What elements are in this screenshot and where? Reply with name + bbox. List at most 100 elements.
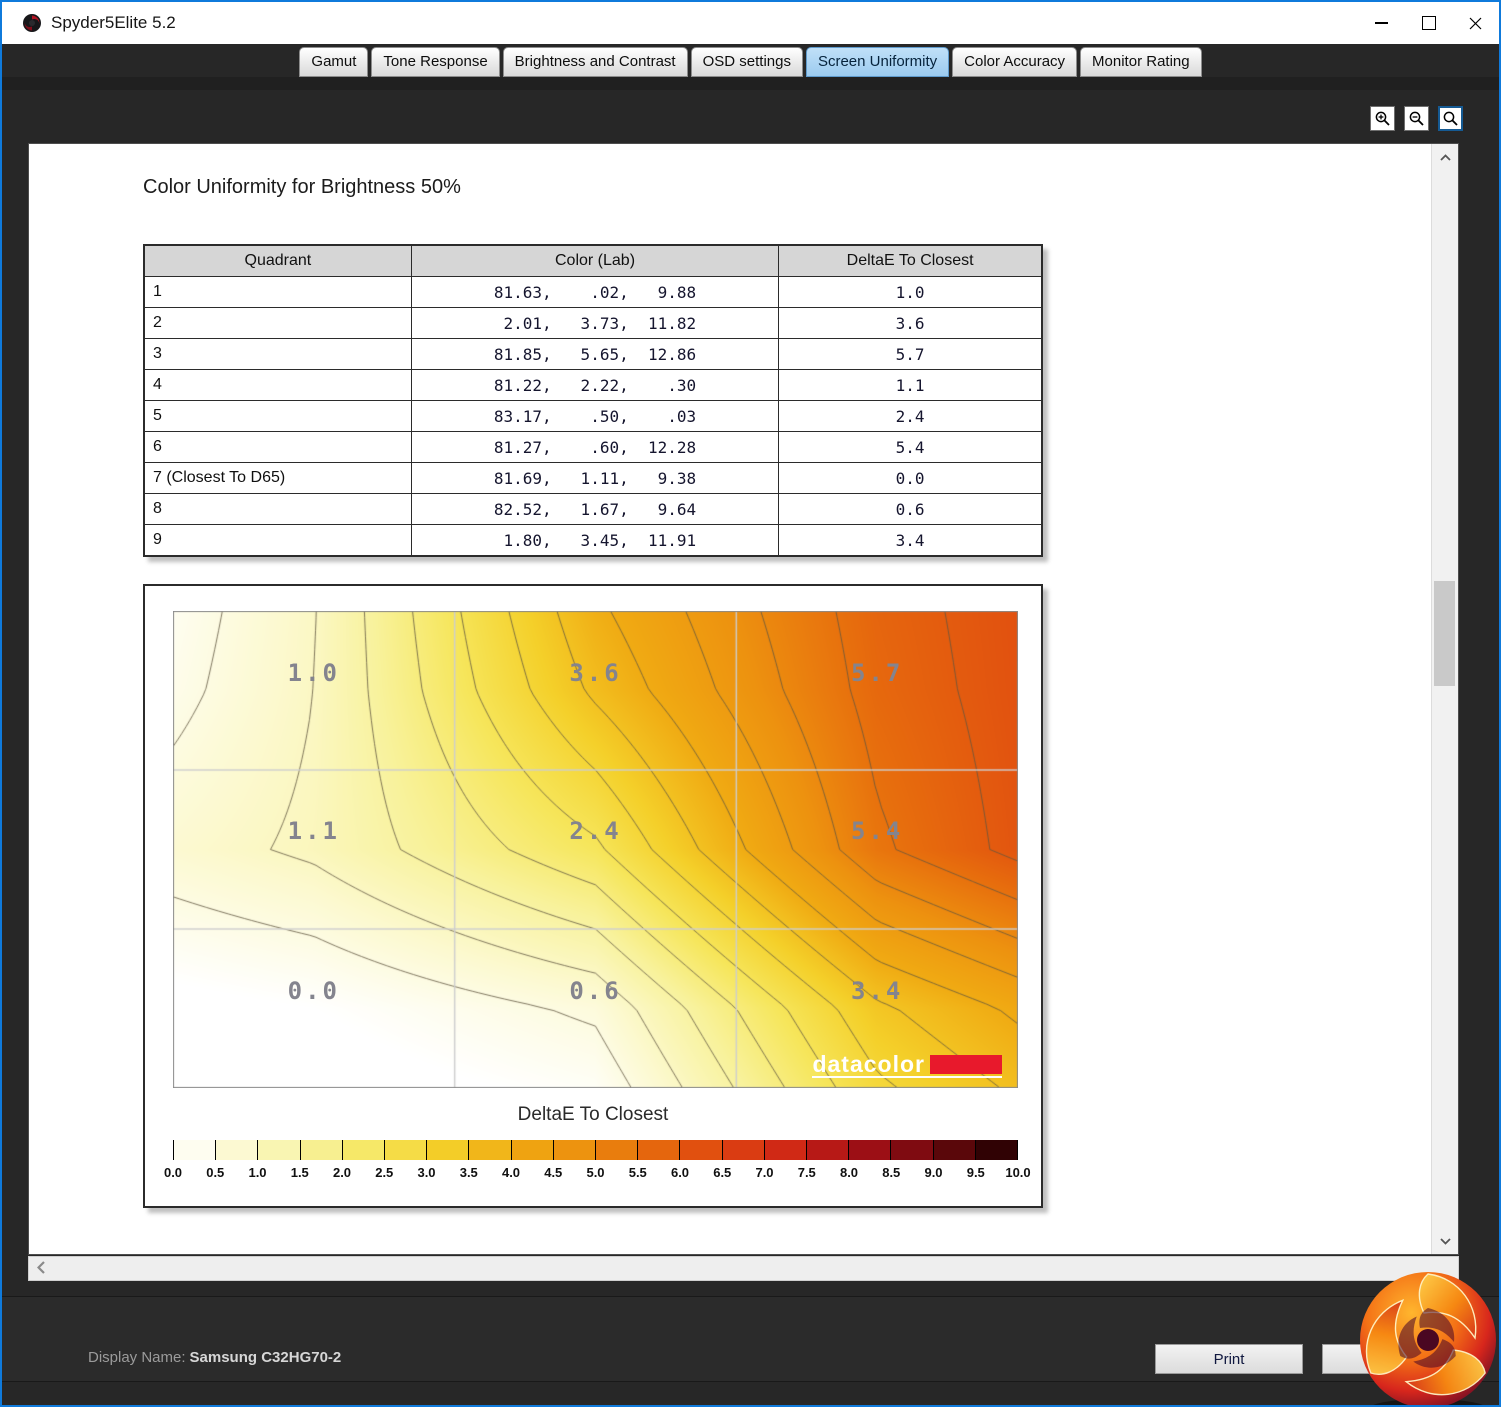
- table-cell: 81.27, .60, 12.28: [410, 431, 780, 463]
- table-cell: 6: [143, 431, 412, 463]
- vertical-scrollbar[interactable]: [1431, 144, 1458, 1254]
- chevron-down-icon: [1439, 1237, 1451, 1245]
- colorbar-tick-label: 6.0: [670, 1165, 690, 1180]
- column-header-color-lab: Color (Lab): [410, 244, 780, 277]
- scroll-up-button[interactable]: [1432, 146, 1458, 168]
- tab-tone-response[interactable]: Tone Response: [371, 47, 500, 77]
- minimize-button[interactable]: [1358, 2, 1405, 44]
- table-cell: 5.7: [778, 338, 1043, 370]
- table-cell: 81.69, 1.11, 9.38: [410, 462, 780, 494]
- table-row: 7 (Closest To D65) 81.69, 1.11, 9.38 0.0: [143, 462, 1043, 494]
- table-cell: 1.80, 3.45, 11.91: [410, 524, 780, 557]
- tab-osd-settings[interactable]: OSD settings: [690, 47, 803, 77]
- uniformity-table-body: 1 81.63, .02, 9.88 1.0 2 2.01, 3.73, 11.82 3…: [143, 276, 1043, 557]
- contour-value-label: 2.4: [569, 817, 622, 845]
- display-name: Display Name: Samsung C32HG70-2: [88, 1349, 341, 1366]
- table-row: 4 81.22, 2.22, .30 1.1: [143, 369, 1043, 401]
- horizontal-scrollbar[interactable]: [28, 1256, 1459, 1281]
- display-name-label: Display Name:: [88, 1349, 186, 1366]
- chevron-left-icon: [36, 1261, 45, 1274]
- colorbar-segment: [932, 1140, 975, 1160]
- tab-monitor-rating[interactable]: Monitor Rating: [1080, 47, 1202, 77]
- colorbar-segment: [637, 1140, 680, 1160]
- window-title: Spyder5Elite 5.2: [51, 13, 176, 32]
- minimize-icon: [1375, 22, 1388, 24]
- app-content: Gamut Tone Response Brightness and Contras…: [2, 44, 1499, 1405]
- colorbar-tick-label: 8.0: [839, 1165, 859, 1180]
- colorbar-segment: [552, 1140, 596, 1160]
- chevron-up-icon: [1439, 153, 1451, 161]
- colorbar-segment: [806, 1140, 849, 1160]
- scroll-left-button[interactable]: [36, 1261, 45, 1279]
- table-row: 1 81.63, .02, 9.88 1.0: [143, 276, 1043, 308]
- colorbar-segment: [974, 1140, 1019, 1160]
- colorbar-segment: [173, 1140, 216, 1160]
- table-cell: 5: [143, 400, 412, 432]
- vertical-scrollbar-thumb[interactable]: [1434, 581, 1455, 686]
- contour-value-label: 0.6: [569, 977, 622, 1005]
- colorbar-tick-label: 9.0: [924, 1165, 943, 1180]
- tab-gamut[interactable]: Gamut: [299, 47, 369, 77]
- zoom-out-button[interactable]: [1404, 106, 1429, 131]
- colorbar-tick-label: 3.0: [417, 1165, 436, 1180]
- colorbar-tick-label: 0.5: [206, 1165, 225, 1180]
- contour-value-label: 1.0: [287, 659, 341, 687]
- colorbar-tick-label: 1.5: [290, 1165, 309, 1180]
- spyder-app-icon: [23, 14, 41, 32]
- tab-color-accuracy[interactable]: Color Accuracy: [952, 47, 1078, 77]
- colorbar-tick-label: 2.5: [375, 1165, 394, 1180]
- colorbar-tick-label: 4.0: [501, 1165, 521, 1180]
- datacolor-watermark: datacolor: [812, 1053, 1002, 1078]
- tab-screen-uniformity[interactable]: Screen Uniformity: [805, 47, 950, 77]
- tab-underband: [2, 77, 1499, 90]
- colorbar-segment: [763, 1140, 807, 1160]
- colorbar-tick-label: 10.0: [1005, 1165, 1031, 1180]
- table-cell: 81.85, 5.65, 12.86: [410, 338, 780, 370]
- scroll-down-button[interactable]: [1432, 1230, 1458, 1252]
- colorbar-tick-label: 9.5: [966, 1165, 985, 1180]
- colorbar-tick-label: 6.5: [713, 1165, 732, 1180]
- table-cell: 7 (Closest To D65): [143, 462, 412, 494]
- table-row: 2 2.01, 3.73, 11.82 3.6: [143, 307, 1043, 339]
- uniformity-table: Quadrant Color (Lab) DeltaE To Closest 1…: [143, 244, 1043, 557]
- magnifier-icon: [1443, 111, 1458, 126]
- app-window: Spyder5Elite 5.2 Gamut Tone Response Brigh…: [0, 0, 1501, 1407]
- maximize-button[interactable]: [1405, 2, 1452, 44]
- colorbar-tick-label: 5.5: [628, 1165, 647, 1180]
- column-header-deltae: DeltaE To Closest: [778, 244, 1043, 277]
- contour-value-label: 3.6: [569, 659, 622, 687]
- table-row: 6 81.27, .60, 12.28 5.4: [143, 431, 1043, 463]
- close-button[interactable]: [1452, 2, 1499, 44]
- colorbar-tick-label: 7.5: [797, 1165, 816, 1180]
- page-title: Color Uniformity for Brightness 50%: [143, 176, 461, 198]
- table-cell: 2.01, 3.73, 11.82: [410, 307, 780, 339]
- zoom-in-button[interactable]: [1370, 106, 1395, 131]
- tab-bar: Gamut Tone Response Brightness and Contras…: [2, 47, 1499, 77]
- maximize-icon: [1421, 16, 1436, 30]
- print-button[interactable]: Print: [1155, 1344, 1303, 1374]
- colorbar-segment: [468, 1140, 511, 1160]
- table-cell: 0.0: [778, 462, 1043, 494]
- contour-value-label: 5.7: [850, 659, 904, 687]
- table-row: 3 81.85, 5.65, 12.86 5.7: [143, 338, 1043, 370]
- datacolor-wordmark: datacolor: [812, 1051, 925, 1077]
- colorbar-segment: [679, 1140, 722, 1160]
- magnifier-plus-icon: [1375, 111, 1390, 126]
- colorbar-segment: [510, 1140, 553, 1160]
- colorbar-tick-label: 8.5: [882, 1165, 901, 1180]
- contour-value-label: 0.0: [287, 977, 341, 1005]
- table-cell: 83.17, .50, .03: [410, 400, 780, 432]
- zoom-toolbar: [1370, 106, 1463, 131]
- table-row: 8 82.52, 1.67, 9.64 0.6: [143, 493, 1043, 525]
- datacolor-spyder-ball-logo: [1360, 1272, 1496, 1405]
- colorbar-segment: [215, 1140, 258, 1160]
- colorbar-segment: [257, 1140, 300, 1160]
- colorbar-tick-label: 5.0: [586, 1165, 605, 1180]
- tab-brightness-and-contrast[interactable]: Brightness and Contrast: [502, 47, 688, 77]
- footer-divider-bottom: [2, 1381, 1499, 1382]
- table-cell: 81.63, .02, 9.88: [410, 276, 780, 308]
- colorbar-tick-label: 1.0: [248, 1165, 267, 1180]
- table-header-row: Quadrant Color (Lab) DeltaE To Closest: [143, 244, 1043, 277]
- zoom-fit-button[interactable]: [1438, 106, 1463, 131]
- contour-map: 1.0 3.6 5.7 1.1 2.4 5.4 0.0 0.6 3.4 datacolor: [173, 611, 1018, 1088]
